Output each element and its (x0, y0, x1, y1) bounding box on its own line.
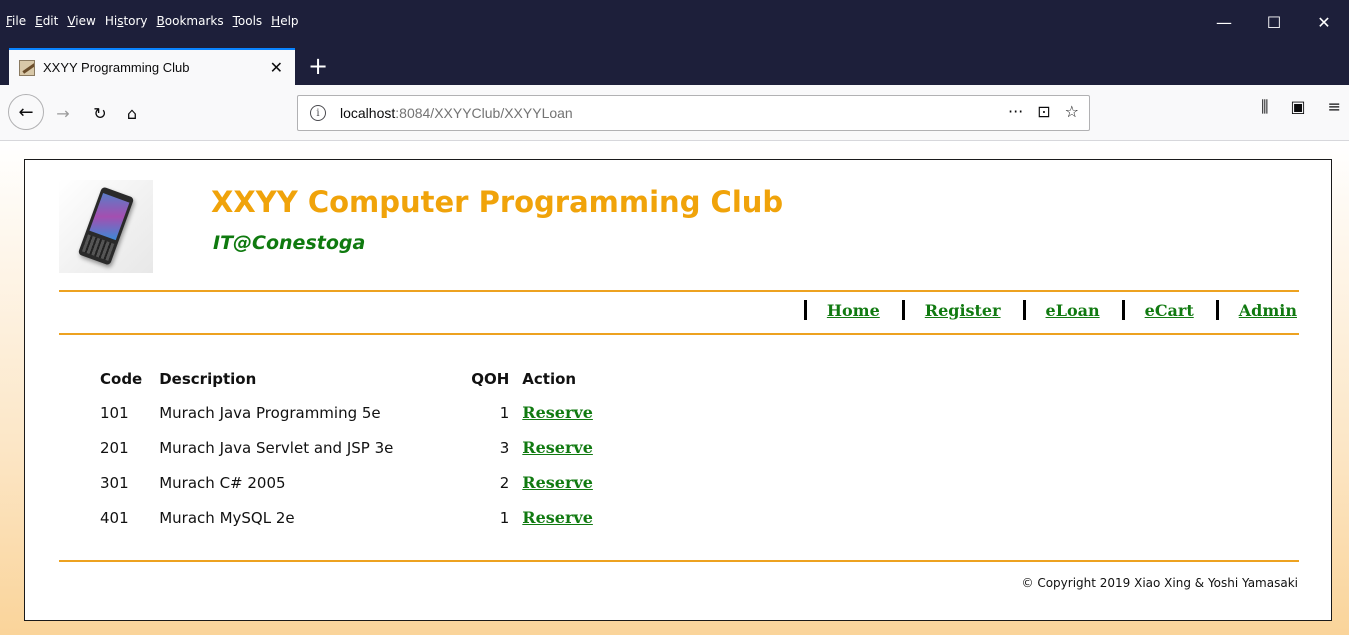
back-button[interactable]: ← (8, 94, 44, 130)
reserve-link[interactable]: Reserve (522, 473, 593, 492)
close-window-button[interactable]: ✕ (1299, 0, 1349, 44)
table-row: 101 Murach Java Programming 5e 1 Reserve (95, 395, 605, 430)
cell-description: Murach Java Programming 5e (159, 403, 381, 422)
nav-home-link[interactable]: Home (827, 301, 880, 320)
cell-qoh: 1 (499, 508, 510, 527)
cell-description: Murach Java Servlet and JSP 3e (159, 438, 394, 457)
table-header-row: Code Description QOH Action (95, 365, 605, 395)
url-actions: ··· ⊡ ☆ (1008, 102, 1079, 121)
copyright-text: © Copyright 2019 Xiao Xing & Yoshi Yamas… (1021, 576, 1299, 590)
url-path: :8084/XXYYClub/XXYYLoan (395, 105, 573, 121)
url-bar[interactable]: i localhost:8084/XXYYClub/XXYYLoan ··· ⊡… (297, 95, 1090, 131)
nav-separator (1121, 300, 1125, 320)
col-header-description: Description (159, 370, 257, 388)
reserve-link[interactable]: Reserve (522, 508, 593, 527)
browser-tab[interactable]: XXYY Programming Club ✕ (9, 48, 295, 85)
library-icon[interactable]: ⫼ (1261, 97, 1268, 117)
col-header-qoh: QOH (471, 370, 510, 388)
cell-description: Murach C# 2005 (159, 473, 286, 492)
sidebar-icon[interactable]: ▣ (1290, 97, 1305, 117)
cell-action: Reserve (517, 465, 605, 500)
table-row: 301 Murach C# 2005 2 Reserve (95, 465, 605, 500)
reserve-link[interactable]: Reserve (522, 438, 593, 457)
new-tab-button[interactable]: + (304, 52, 332, 80)
nav-register-link[interactable]: Register (925, 301, 1001, 320)
site-info-icon[interactable]: i (310, 105, 326, 121)
nav-separator (901, 300, 905, 320)
col-header-code: Code (100, 370, 143, 388)
footer-divider (59, 560, 1299, 562)
page-actions-icon[interactable]: ··· (1008, 102, 1023, 121)
menu-bookmarks[interactable]: Bookmarks (157, 14, 224, 28)
club-logo (59, 180, 153, 273)
home-icon[interactable]: ⌂ (117, 98, 147, 128)
bookmark-star-icon[interactable]: ☆ (1065, 102, 1079, 121)
top-divider (59, 290, 1299, 292)
cell-action: Reserve (517, 500, 605, 535)
cell-action: Reserve (517, 430, 605, 465)
table-row: 401 Murach MySQL 2e 1 Reserve (95, 500, 605, 535)
cell-qoh: 1 (499, 403, 510, 422)
smartphone-icon (77, 186, 135, 266)
inventory-table: Code Description QOH Action 101 Murach J… (95, 365, 605, 535)
site-navigation: Home Register eLoan eCart Admin (782, 300, 1297, 320)
menu-history[interactable]: History (105, 14, 148, 28)
cell-code: 401 (100, 508, 129, 527)
favicon-icon (19, 59, 35, 76)
site-subtitle: IT@Conestoga (213, 232, 366, 254)
col-header-action: Action (522, 370, 577, 388)
reserve-link[interactable]: Reserve (522, 403, 593, 422)
nav-eloan-link[interactable]: eLoan (1046, 301, 1100, 320)
window-controls: — ☐ ✕ (1199, 0, 1349, 44)
url-host: localhost (340, 105, 396, 121)
cell-qoh: 3 (499, 438, 510, 457)
cell-code: 301 (100, 473, 129, 492)
tab-close-icon[interactable]: ✕ (270, 58, 283, 77)
toolbar-right: ⫼ ▣ ≡ (1261, 97, 1341, 117)
table-row: 201 Murach Java Servlet and JSP 3e 3 Res… (95, 430, 605, 465)
hamburger-menu-icon[interactable]: ≡ (1328, 97, 1341, 117)
menu-file[interactable]: File (6, 14, 26, 28)
cell-description: Murach MySQL 2e (159, 508, 295, 527)
cell-action: Reserve (517, 395, 605, 430)
cell-qoh: 2 (499, 473, 510, 492)
menu-tools[interactable]: Tools (233, 14, 263, 28)
tab-title: XXYY Programming Club (43, 60, 190, 75)
nav-admin-link[interactable]: Admin (1239, 301, 1297, 320)
cell-code: 201 (100, 438, 129, 457)
nav-separator (1022, 300, 1026, 320)
pocket-icon[interactable]: ⊡ (1037, 102, 1050, 121)
menu-edit[interactable]: Edit (35, 14, 58, 28)
site-title: XXYY Computer Programming Club (211, 185, 784, 219)
minimize-button[interactable]: — (1199, 0, 1249, 44)
menu-view[interactable]: View (67, 14, 95, 28)
page-container: XXYY Computer Programming Club IT@Conest… (24, 159, 1332, 621)
maximize-button[interactable]: ☐ (1249, 0, 1299, 44)
nav-separator (1215, 300, 1219, 320)
page-viewport: XXYY Computer Programming Club IT@Conest… (0, 142, 1349, 635)
cell-code: 101 (100, 403, 129, 422)
nav-divider (59, 333, 1299, 335)
reload-button[interactable]: ↻ (85, 98, 115, 128)
nav-ecart-link[interactable]: eCart (1145, 301, 1194, 320)
menu-bar: File Edit View History Bookmarks Tools H… (0, 0, 308, 42)
nav-separator (803, 300, 807, 320)
forward-button[interactable]: → (48, 98, 78, 128)
browser-titlebar: File Edit View History Bookmarks Tools H… (0, 0, 1349, 85)
menu-help[interactable]: Help (271, 14, 298, 28)
